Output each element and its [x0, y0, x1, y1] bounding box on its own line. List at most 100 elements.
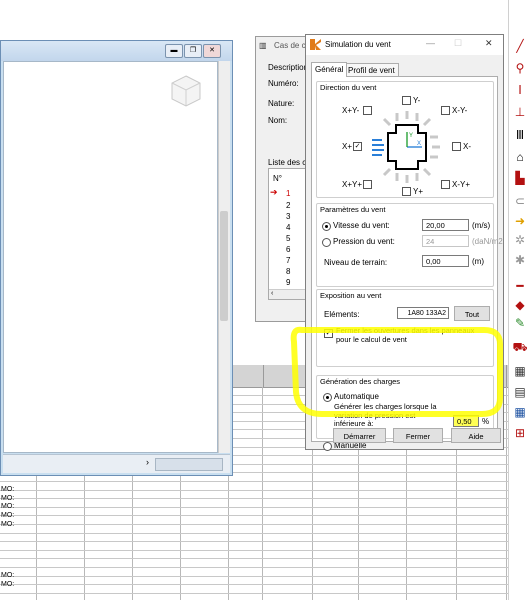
- line-tool-icon[interactable]: ╱: [512, 38, 528, 54]
- grid-row-line: [0, 515, 508, 516]
- parametres-group: Paramètres du vent Vitesse du vent: 20,0…: [316, 203, 503, 287]
- description-label: Description: [268, 63, 309, 72]
- truss-tool-icon[interactable]: ⌂: [512, 149, 528, 165]
- grid-row-line: [0, 584, 508, 585]
- parametres-title: Paramètres du vent: [320, 205, 386, 214]
- view-window[interactable]: ▬ ❐ ✕ ›: [0, 40, 233, 476]
- list-item[interactable]: 9: [286, 278, 290, 287]
- label-x-minus-y-minus: X-Y-: [452, 106, 468, 115]
- label-x-plus-y-minus: X+Y-: [342, 106, 360, 115]
- view-canvas[interactable]: [3, 61, 218, 453]
- checkbox-x-plus-y-plus[interactable]: [363, 180, 372, 190]
- view-titlebar[interactable]: ▬ ❐ ✕: [1, 41, 232, 61]
- chevron-right-icon[interactable]: ›: [146, 457, 149, 467]
- label-x-plus-y-plus: X+Y+: [342, 180, 363, 189]
- niveau-unit: (m): [472, 257, 484, 266]
- restore-icon[interactable]: ❐: [184, 44, 202, 58]
- list-item[interactable]: 3: [286, 212, 290, 221]
- view-mode-icons[interactable]: [155, 458, 223, 471]
- support-tool-icon[interactable]: ⊥: [512, 104, 528, 120]
- tout-button[interactable]: Tout: [454, 306, 490, 321]
- pression-unit: (daN/m2: [472, 237, 503, 246]
- building-tool-icon[interactable]: ▙: [512, 170, 528, 186]
- vitesse-input[interactable]: 20,00: [422, 219, 469, 231]
- fermer-button[interactable]: Fermer: [393, 428, 443, 443]
- vertical-scrollbar[interactable]: [218, 61, 230, 453]
- close-icon[interactable]: ✕: [203, 44, 221, 58]
- list-item[interactable]: 4: [286, 223, 290, 232]
- list-header: N°: [273, 174, 282, 183]
- vehicle-load-tool-icon[interactable]: ━: [512, 278, 528, 294]
- truck-tool-icon[interactable]: ⛟: [512, 339, 528, 355]
- grid-row-line: [0, 593, 508, 594]
- row-label: MO:: [1, 521, 15, 528]
- demarrer-button[interactable]: Démarrer: [333, 428, 386, 443]
- checkbox-y-minus[interactable]: [402, 96, 411, 106]
- label-y-plus: Y+: [413, 187, 424, 196]
- svg-text:X: X: [417, 141, 421, 147]
- direction-group: Direction du vent Y- X+Y- X-Y- X+ ✓ X- X…: [316, 81, 494, 198]
- list-item[interactable]: 8: [286, 267, 290, 276]
- tab-profil-de-vent[interactable]: Profil de vent: [344, 63, 399, 77]
- pression-label: Pression du vent:: [333, 237, 395, 246]
- app-logo-icon: [310, 39, 321, 50]
- radio-manuelle[interactable]: [323, 442, 332, 451]
- vitesse-unit: (m/s): [472, 221, 491, 230]
- elements-input[interactable]: 1A80 133A2: [397, 307, 449, 319]
- beam-tool-icon[interactable]: Ⅰ: [512, 82, 528, 98]
- radio-vitesse[interactable]: [322, 222, 331, 231]
- node-tool-icon[interactable]: ⚲: [512, 60, 528, 76]
- minimize-icon[interactable]: ▬: [165, 44, 183, 58]
- numero-label: Numéro:: [268, 79, 299, 88]
- radio-pression[interactable]: [322, 238, 331, 247]
- snow-tool-icon[interactable]: ✱: [512, 252, 528, 268]
- wind-tool-icon[interactable]: ✲: [512, 232, 528, 248]
- niveau-input[interactable]: 0,00: [422, 255, 469, 267]
- grid-row-line: [0, 498, 508, 499]
- minimize-icon[interactable]: —: [426, 38, 435, 48]
- design-tool-icon[interactable]: ✎: [512, 315, 528, 331]
- load-case-tool-icon[interactable]: ⊂: [512, 193, 528, 209]
- grid-row-line: [0, 481, 508, 482]
- checkbox-x-plus[interactable]: ✓: [353, 142, 362, 152]
- eraser-tool-icon[interactable]: ◆: [512, 297, 528, 313]
- grid-column-line: [262, 387, 263, 600]
- grid-row-line: [0, 490, 508, 491]
- current-arrow-icon: ➔: [270, 187, 278, 197]
- checkbox-x-plus-y-minus[interactable]: [363, 106, 372, 116]
- list-item[interactable]: 5: [286, 234, 290, 243]
- cas-title-icon: ▥: [259, 41, 267, 50]
- grid-row-line: [0, 524, 508, 525]
- row-label: MO:: [1, 503, 15, 510]
- checkbox-x-minus-y-minus[interactable]: [441, 106, 450, 116]
- dialog-titlebar[interactable]: Simulation du vent — ☐ ✕: [306, 35, 503, 55]
- checkbox-x-minus-y-plus[interactable]: [441, 180, 450, 190]
- report-tool-icon[interactable]: ▤: [512, 384, 528, 400]
- load-tool-icon[interactable]: ➜: [512, 213, 528, 229]
- label-y-minus: Y-: [413, 96, 421, 105]
- list-item[interactable]: 2: [286, 201, 290, 210]
- niveau-label: Niveau de terrain:: [324, 258, 388, 267]
- frame-tool-icon[interactable]: Ⅲ: [512, 127, 528, 143]
- checkbox-y-plus[interactable]: [402, 187, 411, 197]
- table-tool-icon[interactable]: ▦: [512, 404, 528, 420]
- exposition-title: Exposition au vent: [320, 291, 382, 300]
- close-icon[interactable]: ✕: [485, 38, 493, 49]
- checkbox-x-minus[interactable]: [452, 142, 461, 152]
- chevron-left-icon[interactable]: ‹: [271, 290, 273, 297]
- label-x-minus-y-plus: X-Y+: [452, 180, 471, 189]
- cas-title: Cas de c: [274, 41, 306, 50]
- row-label: MO:: [1, 572, 15, 579]
- tab-general[interactable]: Général: [311, 62, 348, 77]
- list-item[interactable]: 1: [286, 189, 290, 198]
- drawing-tool-icon[interactable]: ⊞: [512, 425, 528, 441]
- aide-button[interactable]: Aide: [451, 428, 501, 443]
- highlight-annotation: [290, 326, 503, 417]
- list-item[interactable]: 7: [286, 256, 290, 265]
- grid-row-line: [0, 567, 508, 568]
- list-item[interactable]: 6: [286, 245, 290, 254]
- view-cube-icon[interactable]: [169, 74, 203, 108]
- maximize-icon: ☐: [454, 38, 463, 48]
- row-label: MO:: [1, 486, 15, 493]
- foundation-tool-icon[interactable]: ▦: [512, 363, 528, 379]
